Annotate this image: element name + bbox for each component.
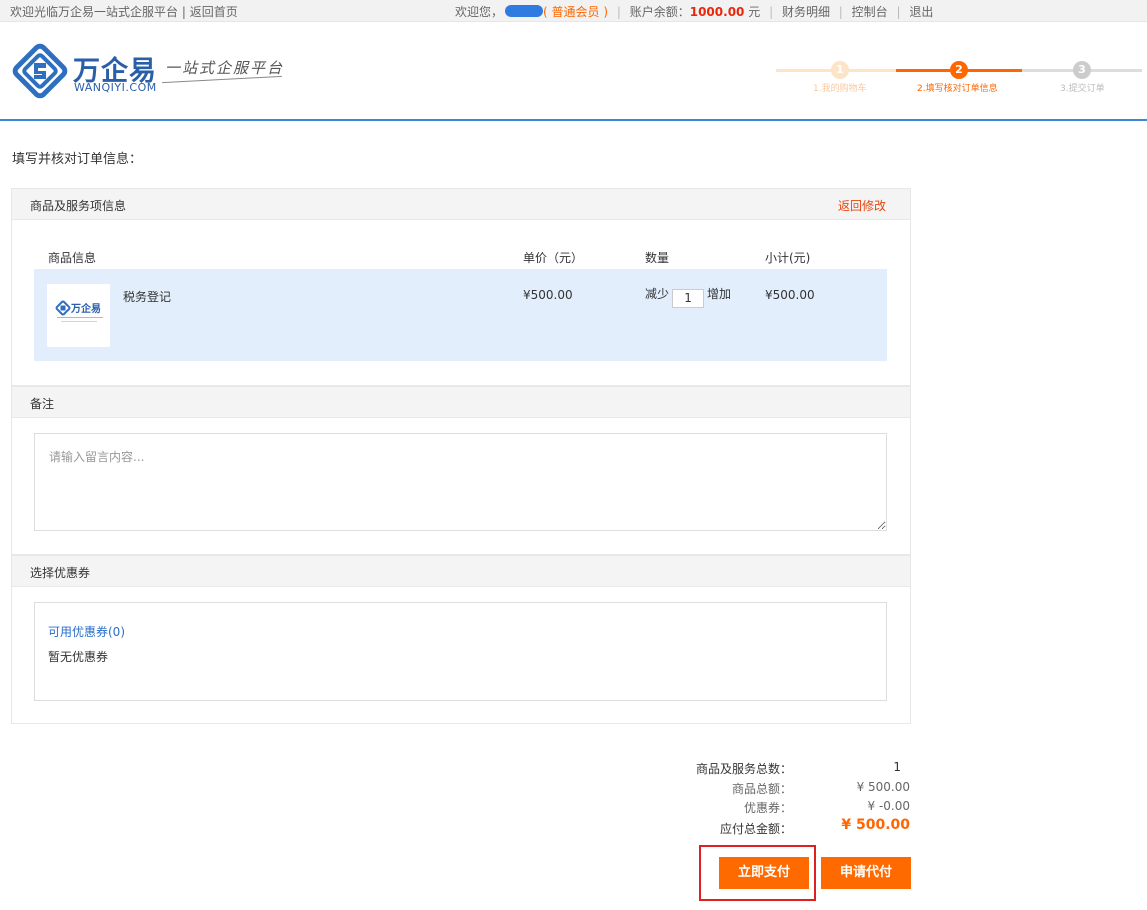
summary-coupon-label: 优惠券： (743, 801, 792, 815)
goods-row: 万企易 税务登记 ¥500.00 减少 1 增加 ¥500.00 (34, 269, 887, 361)
balance-value: 1000.00 (689, 5, 745, 19)
quantity-stepper: 减少 1 增加 (645, 285, 731, 308)
no-coupon-text: 暂无优惠券 (48, 650, 109, 664)
summary-total-label: 商品总额： (731, 782, 792, 796)
step-2-label: 2.填写核对订单信息 (917, 84, 998, 94)
topbar-divider: | (181, 5, 186, 19)
summary-coupon-value: ¥ -0.00 (867, 799, 911, 813)
step-3-dot: 3 (1073, 61, 1091, 79)
checkout-progress: 1 2 3 1.我的购物车 2.填写核对订单信息 3.提交订单 (776, 59, 1142, 99)
product-thumb-brand: 万企易 (71, 304, 101, 315)
summary-total-value: ¥ 500.00 (856, 780, 910, 794)
step-3-label: 3.提交订单 (1060, 84, 1105, 94)
request-proxy-pay-button[interactable]: 申请代付 (821, 857, 911, 889)
col-quantity: 数量 (645, 251, 670, 265)
separator: | (769, 5, 774, 19)
step-1-dot: 1 (831, 61, 849, 79)
col-goods-info: 商品信息 (48, 251, 97, 265)
goods-section-header: 商品及服务项信息 返回修改 (11, 188, 911, 220)
available-coupons-link[interactable]: 可用优惠券(0) (48, 623, 125, 640)
remark-section-title: 备注 (30, 397, 55, 411)
topbar-right: 欢迎您， ( 普通会员 ) | 账户余额：1000.00 元 | 财务明细 | 控… (455, 3, 933, 20)
product-name: 税务登记 (123, 290, 172, 304)
finance-link[interactable]: 财务明细 (782, 5, 830, 19)
col-unit-price: 单价（元） (523, 251, 584, 265)
summary-payable-value: ¥ 500.00 (841, 817, 910, 833)
product-subtotal: ¥500.00 (765, 288, 815, 302)
step-1-label: 1.我的购物车 (813, 84, 867, 94)
col-subtotal: 小计(元) (765, 251, 811, 265)
decrease-button[interactable]: 减少 (645, 287, 669, 301)
separator: | (616, 5, 621, 19)
redacted-username (505, 5, 544, 17)
summary-count-label: 商品及服务总数： (695, 762, 792, 776)
goods-section-title: 商品及服务项信息 (30, 199, 127, 213)
balance-label: 账户余额： (629, 5, 690, 19)
logout-link[interactable]: 退出 (909, 5, 933, 19)
summary-payable-label: 应付总金额： (719, 822, 792, 836)
balance-unit: 元 (748, 5, 761, 19)
separator: | (838, 5, 843, 19)
topbar-left: 欢迎光临万企易一站式企服平台 | 返回首页 (10, 3, 238, 20)
summary-count-value: 1 (893, 760, 901, 774)
pay-now-button[interactable]: 立即支付 (719, 857, 809, 889)
coupon-box: 可用优惠券(0) 暂无优惠券 (34, 602, 887, 701)
increase-button[interactable]: 增加 (707, 287, 731, 301)
coupon-section-header: 选择优惠券 (11, 555, 911, 587)
member-level-badge: ( 普通会员 ) (543, 5, 609, 19)
top-bar: 欢迎光临万企易一站式企服平台 | 返回首页 欢迎您， ( 普通会员 ) | 账户余… (0, 0, 1147, 22)
remark-section-header: 备注 (11, 386, 911, 418)
welcome-text: 欢迎光临万企易一站式企服平台 (10, 5, 179, 19)
product-price: ¥500.00 (523, 288, 573, 302)
page-title: 填写并核对订单信息： (12, 152, 143, 167)
back-edit-link[interactable]: 返回修改 (838, 197, 886, 214)
quantity-input[interactable]: 1 (672, 289, 705, 308)
brand-logo-icon[interactable] (10, 41, 70, 101)
greeting-text: 欢迎您， (455, 5, 504, 19)
remark-textarea[interactable] (34, 433, 887, 531)
product-logo-icon (55, 300, 103, 322)
product-thumbnail[interactable]: 万企易 (47, 284, 110, 347)
brand-domain: WANQIYI.COM (74, 81, 157, 94)
separator: | (896, 5, 901, 19)
step-2-dot: 2 (950, 61, 968, 79)
brand-slogan: 一站式企服平台 (165, 59, 285, 77)
console-link[interactable]: 控制台 (852, 5, 888, 19)
site-header: 万企易 WANQIYI.COM 一站式企服平台 1 2 3 1.我的购物车 2.… (0, 23, 1147, 121)
coupon-section-title: 选择优惠券 (30, 566, 91, 580)
home-link[interactable]: 返回首页 (190, 5, 238, 19)
